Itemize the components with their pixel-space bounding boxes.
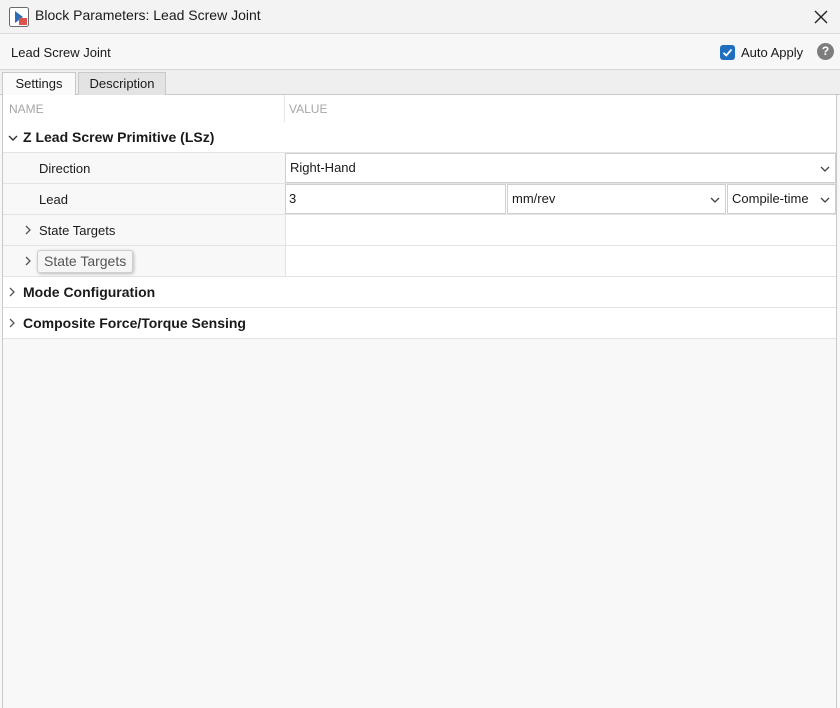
chevron-down-icon[interactable] [7, 132, 19, 144]
block-header: Lead Screw Joint Auto Apply ? [0, 34, 840, 70]
window-title: Block Parameters: Lead Screw Joint [35, 7, 261, 23]
state-targets-tooltip: State Targets [37, 250, 134, 273]
section-label: Composite Force/Torque Sensing [23, 315, 246, 331]
section-mode-configuration[interactable]: Mode Configuration [3, 277, 836, 308]
tab-settings[interactable]: Settings [2, 72, 76, 96]
param-row-direction: Direction Right-Hand [3, 153, 836, 184]
param-row-state-targets-2[interactable]: State Targets [3, 246, 836, 277]
section-composite-force-torque-sensing[interactable]: Composite Force/Torque Sensing [3, 308, 836, 339]
chevron-right-icon[interactable] [6, 286, 18, 298]
close-button[interactable] [808, 4, 834, 30]
lead-evaluation-value: Compile-time [732, 191, 809, 206]
lead-unit-value: mm/rev [512, 191, 556, 206]
param-row-state-targets[interactable]: State Targets [3, 215, 836, 246]
section-lead-screw-primitive[interactable]: Z Lead Screw Primitive (LSz) [3, 122, 836, 153]
chevron-down-icon [820, 197, 830, 203]
chevron-right-icon[interactable] [22, 224, 34, 236]
value-cell-empty [285, 215, 836, 245]
column-headers: NAME VALUE [3, 95, 836, 122]
section-label: Mode Configuration [23, 284, 156, 300]
chevron-right-icon[interactable] [6, 317, 18, 329]
lead-evaluation-dropdown[interactable]: Compile-time [727, 184, 836, 214]
lead-value-input[interactable]: 3 [285, 184, 506, 214]
close-icon [814, 10, 828, 24]
section-label: Z Lead Screw Primitive (LSz) [23, 129, 215, 145]
lead-unit-dropdown[interactable]: mm/rev [507, 184, 726, 214]
param-name-state-targets: State Targets [39, 223, 116, 238]
chevron-down-icon [710, 197, 720, 203]
column-divider[interactable] [284, 95, 285, 122]
chevron-down-icon [820, 166, 830, 172]
chevron-right-icon[interactable] [22, 255, 34, 267]
parameters-panel: NAME VALUE Z Lead Screw Primitive (LSz) … [2, 95, 837, 708]
direction-value: Right-Hand [290, 160, 356, 175]
value-cell-empty [285, 246, 836, 276]
tab-description[interactable]: Description [78, 72, 166, 95]
value-column-header: VALUE [289, 102, 328, 116]
tab-bar: Settings Description [0, 70, 840, 96]
param-row-lead: Lead 3 mm/rev Compile-time [3, 184, 836, 215]
direction-dropdown[interactable]: Right-Hand [285, 153, 836, 183]
param-name-direction: Direction [39, 161, 91, 176]
name-column-header: NAME [9, 102, 44, 116]
block-name-label: Lead Screw Joint [11, 45, 111, 60]
checkbox-checked-icon[interactable] [720, 44, 735, 60]
title-bar: Block Parameters: Lead Screw Joint [0, 0, 840, 34]
auto-apply-checkbox[interactable]: Auto Apply [720, 44, 803, 60]
simulink-block-icon [9, 7, 29, 27]
help-icon[interactable]: ? [817, 43, 834, 60]
auto-apply-label: Auto Apply [741, 44, 804, 60]
param-name-lead: Lead [39, 192, 68, 207]
